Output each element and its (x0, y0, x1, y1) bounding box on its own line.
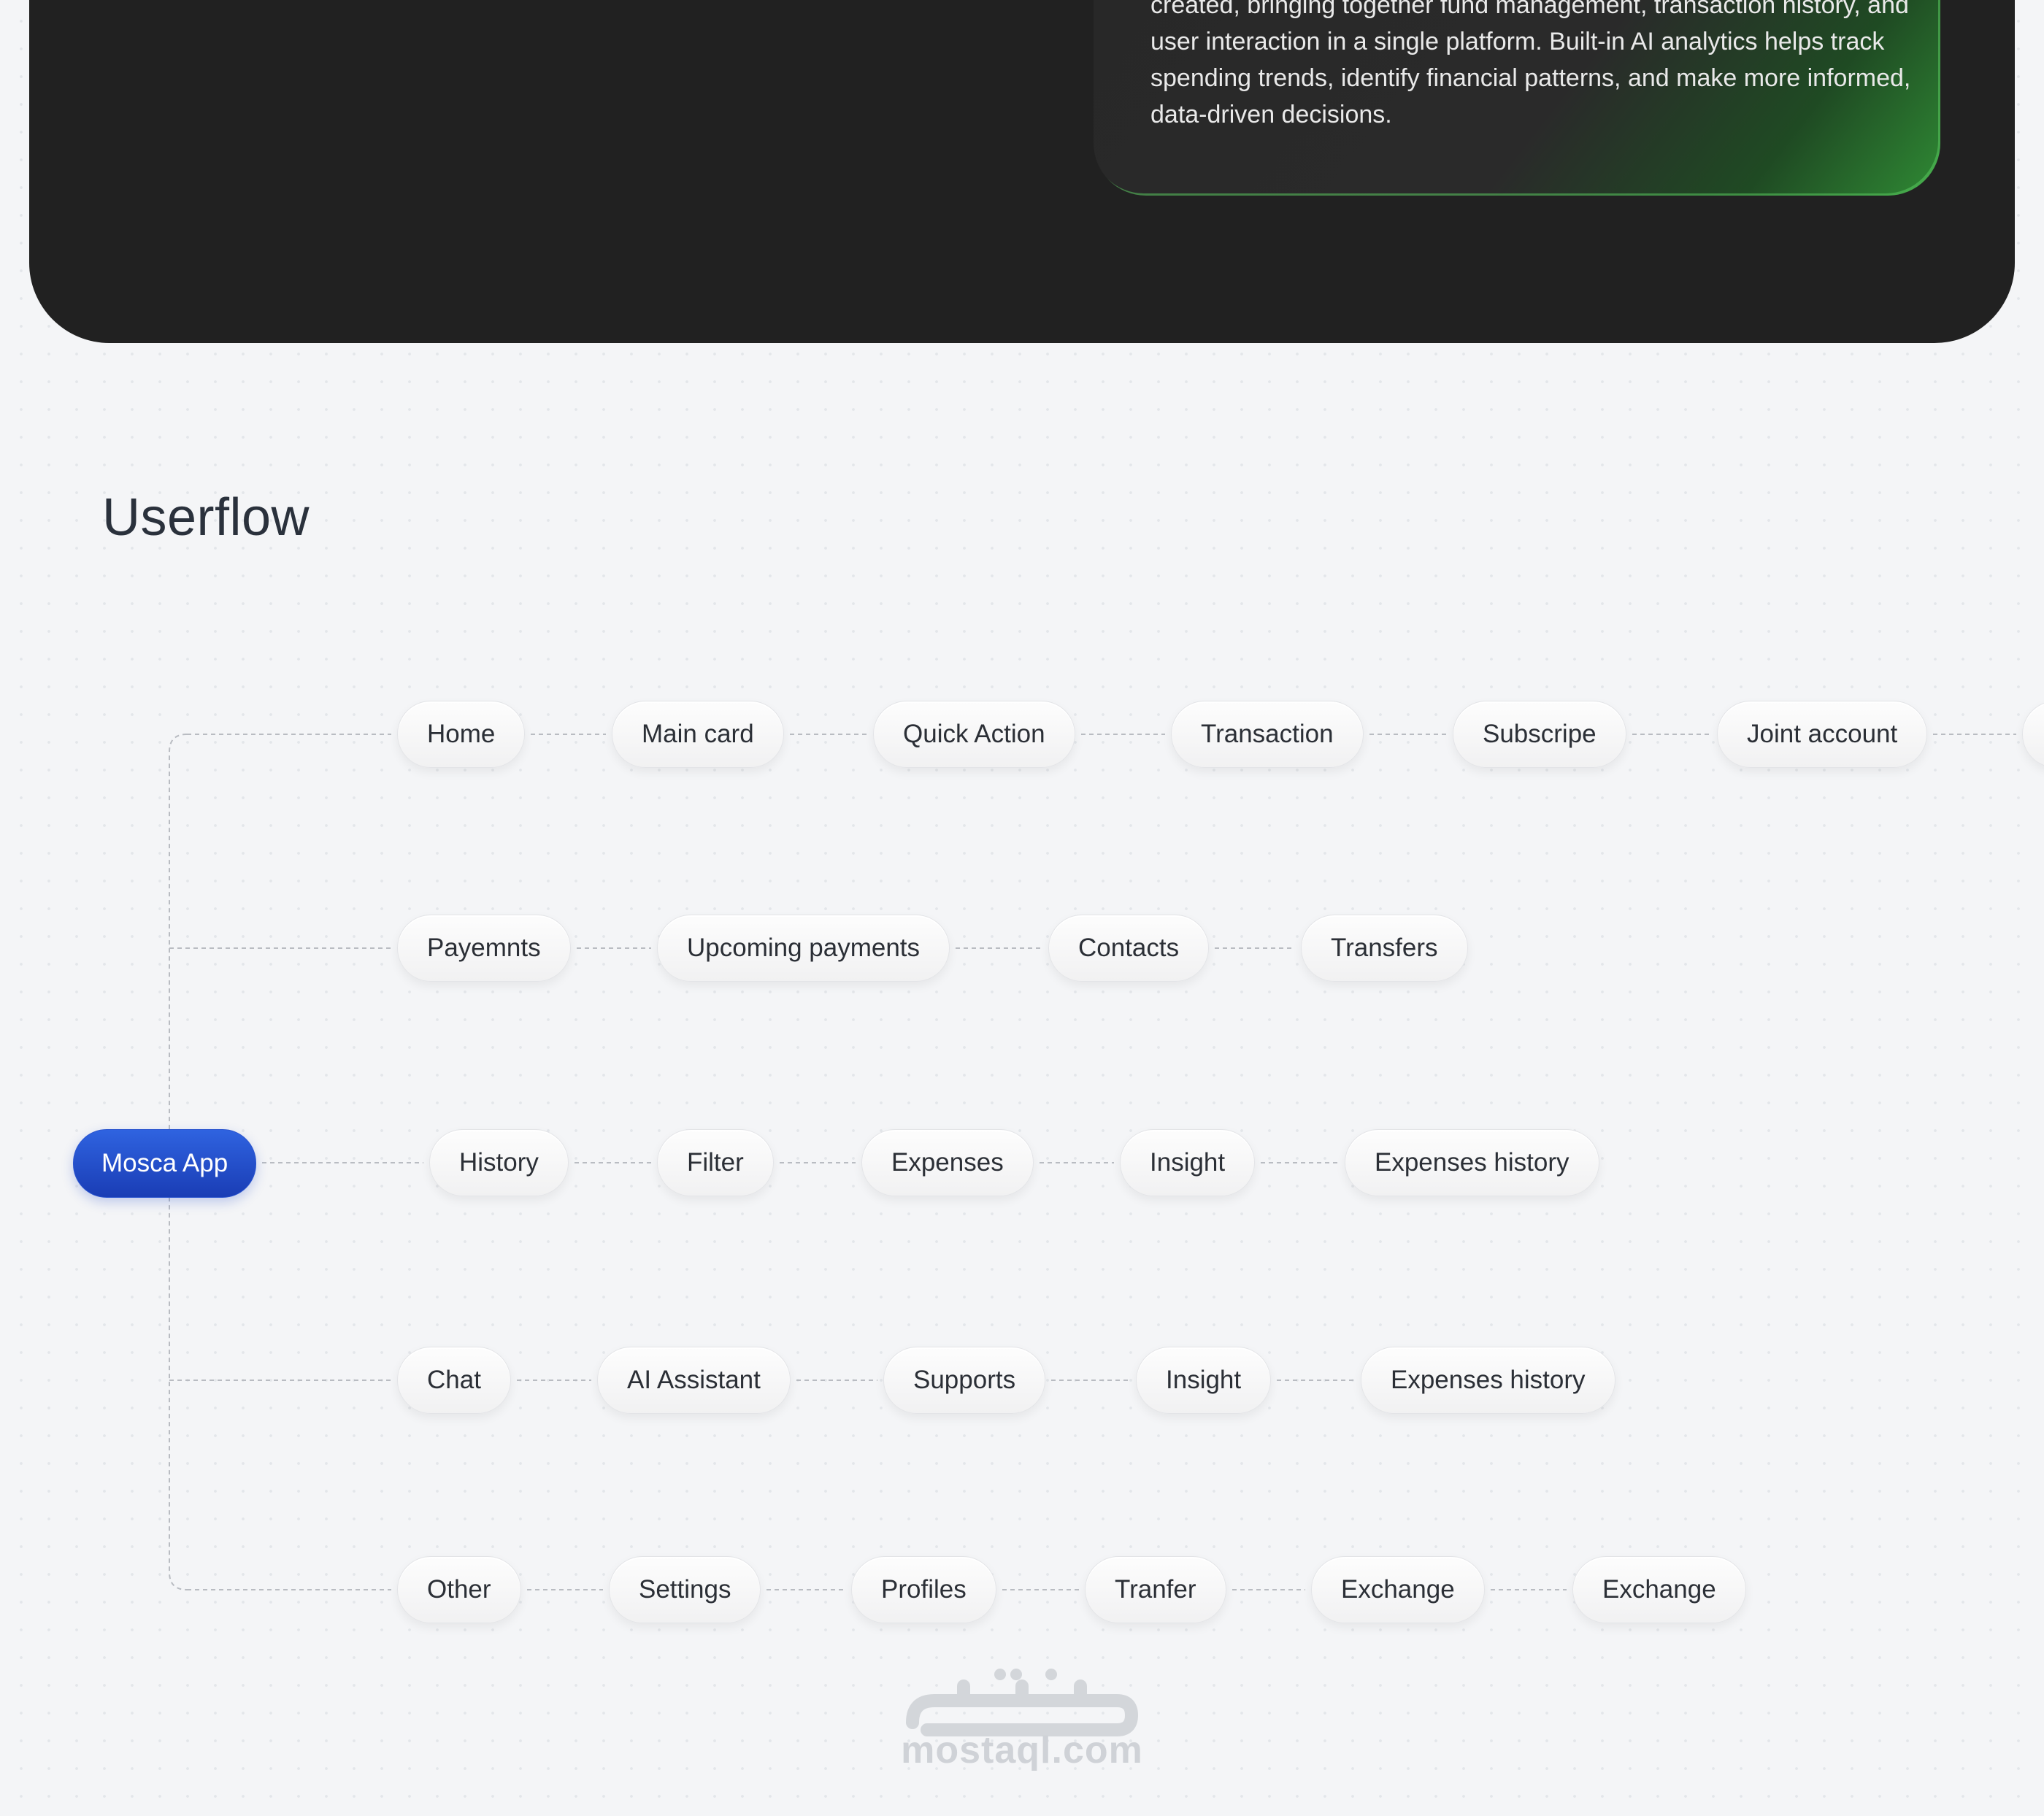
node-filter[interactable]: Filter (657, 1129, 774, 1196)
node-quick-action[interactable]: Quick Action (873, 701, 1075, 768)
node-settings[interactable]: Settings (609, 1556, 761, 1623)
node-expenses[interactable]: Expenses (861, 1129, 1034, 1196)
node-chat[interactable]: Chat (397, 1347, 511, 1414)
node-history[interactable]: History (429, 1129, 569, 1196)
node-other[interactable]: Other (397, 1556, 521, 1623)
node-transfers[interactable]: Transfers (1301, 915, 1468, 982)
node-subscripe[interactable]: Subscripe (1453, 701, 1626, 768)
node-exchange[interactable]: Exchange (1311, 1556, 1485, 1623)
node-mosca-app[interactable]: Mosca App (73, 1129, 257, 1198)
node-expenses-history[interactable]: Expenses history (1345, 1129, 1599, 1196)
node-exchange[interactable]: Exchange (1572, 1556, 1746, 1623)
node-payemnts[interactable]: Payemnts (397, 915, 571, 982)
node-profiles[interactable]: Profiles (851, 1556, 996, 1623)
mostaql-logo-icon (906, 1669, 1138, 1736)
node-contacts[interactable]: Contacts (1048, 915, 1210, 982)
node-tranfer[interactable]: Tranfer (1085, 1556, 1226, 1623)
node-transaction[interactable]: Transaction (1171, 701, 1364, 768)
node-insight[interactable]: Insight (1120, 1129, 1256, 1196)
node-joint-account[interactable]: Joint account (1717, 701, 1928, 768)
node-expenses-history[interactable]: Expenses history (1361, 1347, 1615, 1414)
node-home[interactable]: Home (397, 701, 526, 768)
node-supports[interactable]: Supports (883, 1347, 1046, 1414)
node-upcoming-payments[interactable]: Upcoming payments (657, 915, 950, 982)
watermark-text: mostaql.com (901, 1729, 1143, 1771)
node-ai-assistant[interactable]: AI Assistant (597, 1347, 791, 1414)
userflow-connectors (169, 734, 2016, 1590)
node-insight[interactable]: Insight (1136, 1347, 1272, 1414)
mostaql-watermark: mostaql.com (898, 1664, 1146, 1781)
node-main-card[interactable]: Main card (612, 701, 784, 768)
